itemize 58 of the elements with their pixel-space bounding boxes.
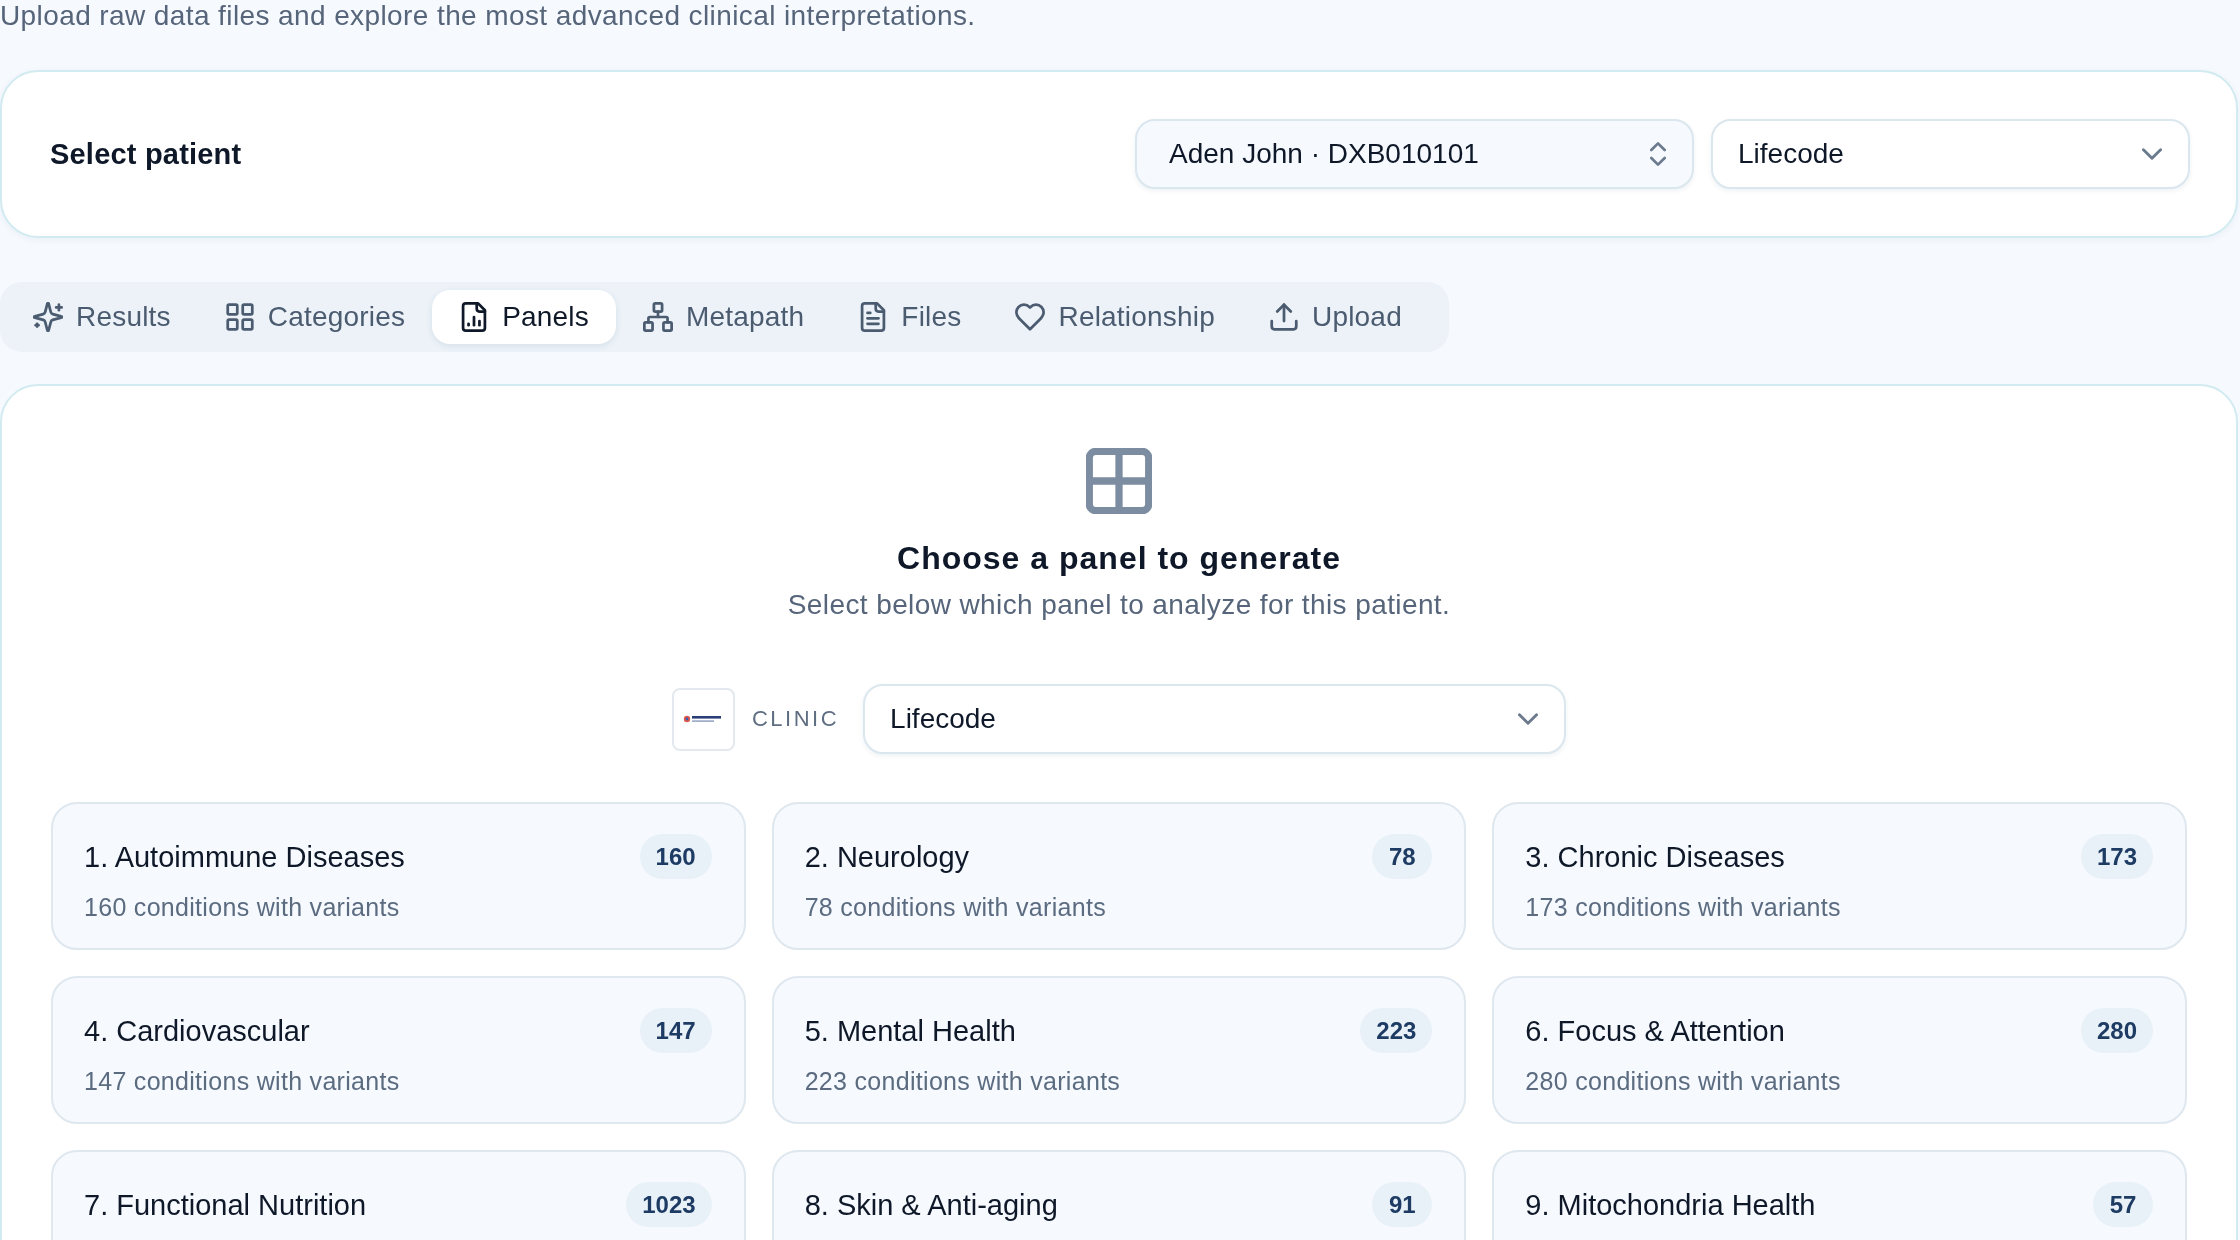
- clinic-logo-icon: [671, 687, 735, 751]
- panel-card[interactable]: 9. Mitochondria Health 57: [1492, 1150, 2187, 1240]
- panel-description: 147 conditions with variants: [84, 1067, 401, 1095]
- grid-icon: [1086, 448, 1152, 514]
- panel-picker-title: Choose a panel to generate: [897, 539, 1341, 578]
- tab[interactable]: Metapath: [616, 290, 832, 344]
- panel-card[interactable]: 8. Skin & Anti-aging 91: [771, 1150, 1467, 1240]
- panel-description: 173 conditions with variants: [1525, 893, 1842, 921]
- count-badge: 91: [1372, 1182, 1433, 1227]
- tab[interactable]: Categories: [197, 290, 433, 344]
- panel-card[interactable]: 5. Mental Health 223 223 conditions with variants: [771, 976, 1467, 1124]
- panel-description: 223 conditions with variants: [804, 1067, 1122, 1095]
- up-down-chevron-icon: [1650, 141, 1666, 167]
- count-badge: 223: [1360, 1008, 1433, 1053]
- panel-description: 280 conditions with variants: [1525, 1067, 1842, 1095]
- panel-description: 160 conditions with variants: [84, 893, 401, 921]
- count-badge: 147: [639, 1008, 712, 1053]
- upload-icon: [1269, 302, 1299, 332]
- panel-title: 6. Focus & Attention: [1525, 1013, 1785, 1049]
- tab[interactable]: Panels: [432, 290, 616, 344]
- count-badge: 57: [2093, 1182, 2153, 1227]
- panel-title: 8. Skin & Anti-aging: [804, 1187, 1058, 1223]
- tab[interactable]: Upload: [1242, 290, 1429, 344]
- panel-title: 4. Cardiovascular: [84, 1013, 310, 1049]
- chevron-down-icon: [1518, 713, 1539, 725]
- panel-title: 1. Autoimmune Diseases: [84, 839, 405, 875]
- panel-title: 7. Functional Nutrition: [84, 1187, 367, 1223]
- panel-picker-subtitle: Select below which panel to analyze for this patient.: [787, 588, 1451, 622]
- heart-icon: [1015, 302, 1046, 332]
- panel-title: 9. Mitochondria Health: [1525, 1187, 1816, 1223]
- panel-card[interactable]: 7. Functional Nutrition 1023: [51, 1150, 746, 1240]
- panel-card[interactable]: 2. Neurology 78 78 conditions with variants: [771, 802, 1467, 950]
- sparkles-icon: [33, 302, 63, 332]
- panel-title: 3. Chronic Diseases: [1525, 839, 1785, 875]
- clinic-label: CLINIC: [751, 706, 840, 732]
- grid-icon: [224, 302, 255, 332]
- section-title: Select patient: [50, 137, 242, 171]
- count-badge: 173: [2080, 834, 2153, 879]
- panel-card[interactable]: 1. Autoimmune Diseases 160 160 conditions with variants: [51, 802, 746, 950]
- count-badge: 1023: [626, 1182, 712, 1227]
- tab[interactable]: Files: [831, 290, 989, 344]
- tab[interactable]: Results: [6, 290, 198, 344]
- patient-select[interactable]: Aden John · DXB010101: [1135, 119, 1694, 189]
- clinic-select[interactable]: Lifecode: [1711, 119, 2190, 189]
- tab[interactable]: Relationship: [988, 290, 1242, 344]
- page-subtitle: Upload raw data files and explore the most advanced clinical interpretations.: [0, 0, 977, 32]
- panel-title: 5. Mental Health: [804, 1013, 1016, 1049]
- chevron-down-icon: [2142, 148, 2162, 160]
- panel-card[interactable]: 3. Chronic Diseases 173 173 conditions with variants: [1492, 802, 2187, 950]
- panel-card[interactable]: 4. Cardiovascular 147 147 conditions with variants: [51, 976, 746, 1124]
- panel-card[interactable]: 6. Focus & Attention 280 280 conditions with variants: [1492, 976, 2187, 1124]
- network-icon: [643, 302, 673, 332]
- count-badge: 160: [639, 834, 712, 879]
- panel-description: 78 conditions with variants: [804, 893, 1107, 921]
- panel-title: 2. Neurology: [804, 839, 970, 875]
- count-badge: 78: [1372, 834, 1433, 879]
- count-badge: 280: [2080, 1008, 2153, 1053]
- picker-select[interactable]: Lifecode: [863, 684, 1567, 754]
